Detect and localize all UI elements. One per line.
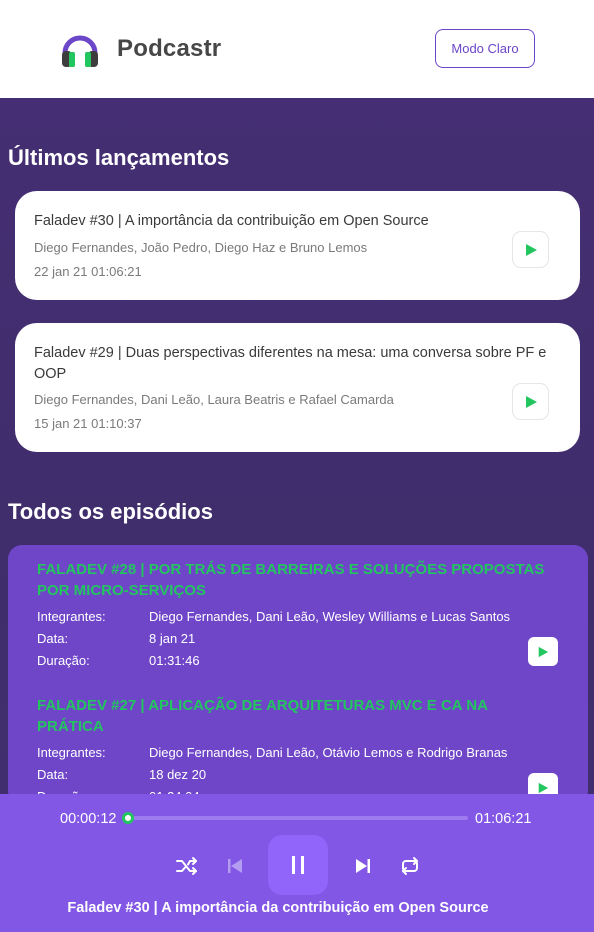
members-label: Integrantes: (37, 744, 106, 760)
headphones-logo-icon (62, 35, 98, 67)
current-time: 00:00:12 (60, 811, 117, 827)
play-icon (538, 646, 549, 657)
latest-section-title: Últimos lançamentos (8, 145, 230, 170)
play-episode-button[interactable] (512, 231, 549, 268)
total-time: 01:06:21 (475, 811, 532, 827)
audio-player: 00:00:12 01:06:21 Faladev #30 | A import… (0, 794, 594, 932)
next-button[interactable] (350, 853, 375, 878)
episode-title[interactable]: Faladev #29 | Duas perspectivas diferent… (34, 343, 568, 385)
repeat-icon (401, 856, 418, 875)
progress-handle[interactable] (122, 812, 134, 824)
pause-icon (292, 856, 304, 874)
list-item: FALADEV #28 | POR TRÁS DE BARREIRAS E SO… (37, 559, 557, 671)
episode-date-duration: 22 jan 21 01:06:21 (34, 264, 142, 279)
episode-date: 8 jan 21 (149, 630, 196, 646)
light-mode-button[interactable]: Modo Claro (435, 29, 535, 68)
date-label: Data: (37, 766, 69, 782)
app-header: Podcastr Modo Claro (0, 0, 594, 98)
duration-label: Duração: (37, 652, 90, 668)
progress-slider[interactable] (125, 816, 468, 820)
episode-date-duration: 15 jan 21 01:10:37 (34, 416, 142, 431)
next-icon (355, 858, 370, 873)
play-icon (538, 782, 549, 793)
all-episodes-title: Todos os episódios (8, 499, 213, 524)
shuffle-button[interactable] (174, 853, 199, 878)
episode-members: Diego Fernandes, João Pedro, Diego Haz e… (34, 240, 368, 255)
shuffle-icon (175, 856, 197, 875)
episode-title[interactable]: FALADEV #27 | APLICAÇÃO DE ARQUITETURAS … (37, 695, 557, 737)
episode-members: Diego Fernandes, Dani Leão, Wesley Willi… (149, 608, 511, 624)
brand-name: Podcastr (117, 35, 222, 62)
episode-date: 18 dez 20 (149, 766, 207, 782)
pause-button[interactable] (268, 835, 328, 895)
play-icon (525, 243, 537, 256)
play-icon (525, 395, 537, 408)
members-label: Integrantes: (37, 608, 106, 624)
episode-title[interactable]: Faladev #30 | A importância da contribui… (34, 211, 568, 232)
latest-episode-card[interactable]: Faladev #30 | A importância da contribui… (15, 191, 580, 300)
latest-episode-card[interactable]: Faladev #29 | Duas perspectivas diferent… (15, 323, 580, 452)
episode-members: Diego Fernandes, Dani Leão, Otávio Lemos… (149, 744, 508, 760)
play-episode-button[interactable] (512, 383, 549, 420)
list-item: FALADEV #27 | APLICAÇÃO DE ARQUITETURAS … (37, 695, 557, 805)
previous-icon (227, 858, 242, 873)
date-label: Data: (37, 630, 69, 646)
episode-title[interactable]: FALADEV #28 | POR TRÁS DE BARREIRAS E SO… (37, 559, 557, 601)
play-episode-button[interactable] (528, 637, 558, 666)
episode-members: Diego Fernandes, Dani Leão, Laura Beatri… (34, 392, 394, 407)
previous-button[interactable] (222, 853, 247, 878)
now-playing-title: Faladev #30 | A importância da contribui… (67, 900, 489, 916)
episode-duration: 01:31:46 (149, 652, 200, 668)
repeat-button[interactable] (397, 853, 422, 878)
all-episodes-list: FALADEV #28 | POR TRÁS DE BARREIRAS E SO… (8, 545, 588, 805)
